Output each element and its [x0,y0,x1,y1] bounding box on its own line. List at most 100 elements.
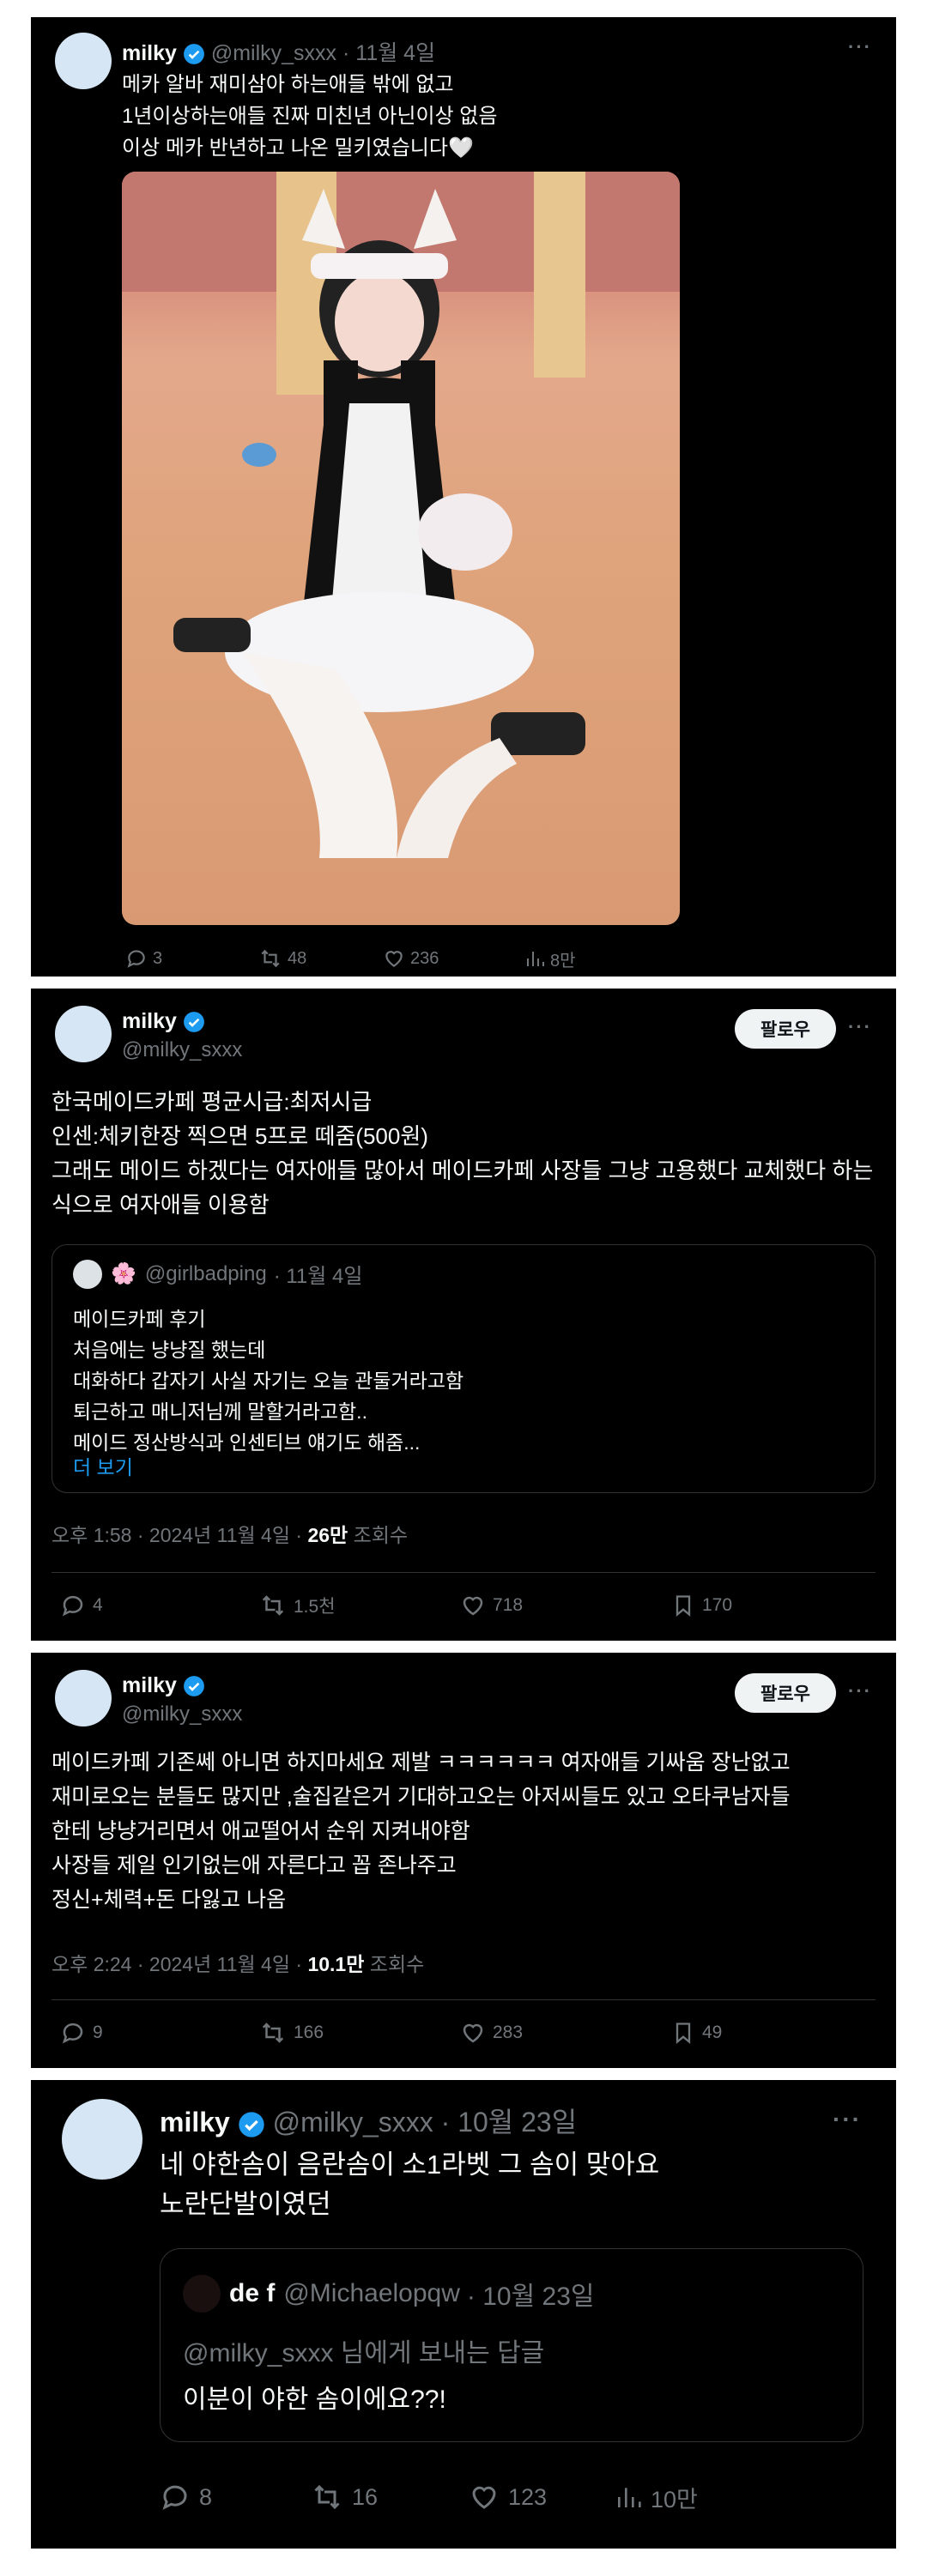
follow-button[interactable]: 팔로우 [735,1673,836,1713]
tweet-date[interactable]: · 11월 4일 [342,41,435,65]
reply-button[interactable]: 8 [160,2482,212,2513]
author-name[interactable]: milky [122,41,177,65]
tweet-date[interactable]: · 10월 23일 [441,2107,578,2138]
divider [52,1572,876,1573]
bookmark-icon [676,1595,691,1617]
follow-button[interactable]: 팔로우 [735,1009,836,1049]
author-name[interactable]: milky [160,2107,230,2138]
avatar[interactable] [62,2099,142,2180]
author-handle[interactable]: @milky_sxxx [122,1038,242,1062]
quote-author-name: de f [229,2279,276,2307]
tweet-actions: 8 16 123 10만 [160,2480,872,2514]
retweet-button[interactable]: 1.5천 [259,1593,336,1618]
tweet-text: 한국메이드카페 평균시급:최저시급 인센:체키한장 찍으면 5프로 떼줌(500… [52,1089,874,1218]
quote-text: 메이드카페 후기 처음에는 냥냥질 했는데 대화하다 갑자기 사실 자기는 오늘… [73,1308,464,1454]
share-icon[interactable] [839,1593,863,1618]
avatar[interactable] [55,1006,112,1062]
tweet-actions: 9 166 283 49 [60,2018,867,2047]
reply-button[interactable]: 9 [60,2020,103,2046]
share-icon[interactable] [839,2020,863,2046]
retweet-button[interactable]: 16 [311,2482,378,2513]
tweet-timestamp: 오후 2:24 · 2024년 11월 4일 · 10.1만 조회수 [52,1948,424,1977]
view-count: 10.1만 [307,1953,365,1975]
views-icon [618,2488,641,2507]
retweet-button[interactable]: 48 [258,947,306,970]
quote-date: · 11월 4일 [273,1265,363,1288]
like-button[interactable]: 283 [460,2020,523,2046]
share-icon[interactable] [747,947,767,970]
bookmark-icon[interactable] [778,2482,805,2513]
quote-tweet[interactable]: de f @Michaelopqw · 10월 23일 @milky_sxxx … [160,2248,863,2442]
like-count: 123 [508,2483,548,2510]
verified-icon [183,1676,204,1697]
tweet-card-1: milky @milky_sxxx · 11월 4일 ··· 메카 알바 재미삼… [31,17,896,977]
time-text[interactable]: 오후 2:24 · 2024년 11월 4일 · [52,1953,307,1975]
verified-icon [183,1012,204,1033]
retweet-icon [314,2484,340,2510]
avatar[interactable] [55,33,112,89]
author-handle[interactable]: @milky_sxxx [122,1702,242,1726]
tweet-text: 네 야한솜이 음란솜이 소1라벳 그 솜이 맞아요 노란단발이였던 [160,2150,660,2219]
tweet-header: milky @milky_sxxx · 10월 23일 [160,2101,577,2140]
like-icon [463,2023,483,2043]
reply-icon [62,2023,83,2044]
reply-count: 4 [93,1595,103,1615]
views-count: 10만 [651,2486,698,2513]
views-button[interactable]: 8만 [524,946,576,971]
views-button[interactable]: 10만 [615,2481,698,2514]
bookmark-count: 170 [702,1595,733,1615]
author-handle[interactable]: @milky_sxxx [273,2107,433,2138]
reply-to-text: @milky_sxxx 님에게 보내는 답글 [183,2339,545,2367]
like-icon [385,951,403,967]
more-icon[interactable]: ··· [848,36,872,58]
like-icon [472,2486,496,2509]
reply-count: 3 [153,948,163,968]
views-label: 조회수 [348,1524,409,1546]
tweet-text: 메이드카페 기존쎄 아니면 하지마세요 제발 ㅋㅋㅋㅋㅋㅋ 여자애들 기싸움 장… [52,1751,791,1912]
quote-header: de f @Michaelopqw · 10월 23일 [183,2275,595,2313]
time-text[interactable]: 오후 1:58 · 2024년 11월 4일 · [52,1524,307,1546]
author-handle[interactable]: @milky_sxxx [211,41,336,65]
more-icon[interactable]: ··· [848,1680,872,1702]
quote-handle: @girlbadping [144,1261,267,1285]
views-label: 조회수 [364,1953,425,1975]
view-count: 26만 [307,1524,348,1546]
author-name[interactable]: milky [122,1673,177,1697]
quote-avatar [183,2275,221,2313]
tweet-timestamp: 오후 1:58 · 2024년 11월 4일 · 26만 조회수 [52,1519,408,1548]
avatar[interactable] [55,1670,112,1726]
like-button[interactable]: 123 [469,2482,547,2513]
like-count: 718 [493,1595,524,1615]
reply-count: 8 [199,2483,213,2510]
tweet-card-3: milky @milky_sxxx 팔로우 ··· 메이드카페 기존쎄 아니면 … [31,1653,896,2068]
reply-button[interactable]: 4 [60,1593,103,1618]
bookmark-button[interactable]: 49 [671,2020,722,2046]
show-more-link[interactable]: 더 보기 [73,1451,133,1480]
like-count: 236 [410,948,439,968]
quote-tweet[interactable]: 🌸 @girlbadping · 11월 4일 메이드카페 후기 처음에는 냥냥… [52,1244,876,1493]
like-button[interactable]: 236 [383,947,439,970]
tweet-text: 메카 알바 재미삼아 하는애들 밖에 없고 1년이상하는애들 진짜 미친년 아닌… [122,73,498,160]
quote-handle: @Michaelopqw [283,2279,460,2307]
tweet-card-2: milky @milky_sxxx 팔로우 ··· 한국메이드카페 평균시급:최… [31,989,896,1641]
tweet-photo[interactable] [122,172,680,925]
reply-icon [127,950,145,968]
bookmark-icon[interactable] [702,947,723,970]
maid-photo-illustration [122,172,680,858]
views-count: 8만 [550,951,576,971]
reply-button[interactable]: 3 [125,947,162,970]
reply-icon [62,1595,83,1617]
more-icon[interactable]: ··· [833,2106,862,2133]
more-icon[interactable]: ··· [848,1016,872,1038]
bookmark-icon [676,2023,691,2044]
verified-icon [239,2111,264,2138]
like-button[interactable]: 718 [460,1593,523,1618]
download-icon[interactable] [853,947,874,970]
retweet-button[interactable]: 166 [259,2020,324,2046]
share-icon[interactable] [836,2482,865,2513]
bookmark-button[interactable]: 170 [671,1593,732,1618]
divider [52,1999,876,2000]
retweet-count: 16 [352,2483,379,2510]
author-name[interactable]: milky [122,1009,177,1033]
retweet-icon [261,949,280,968]
